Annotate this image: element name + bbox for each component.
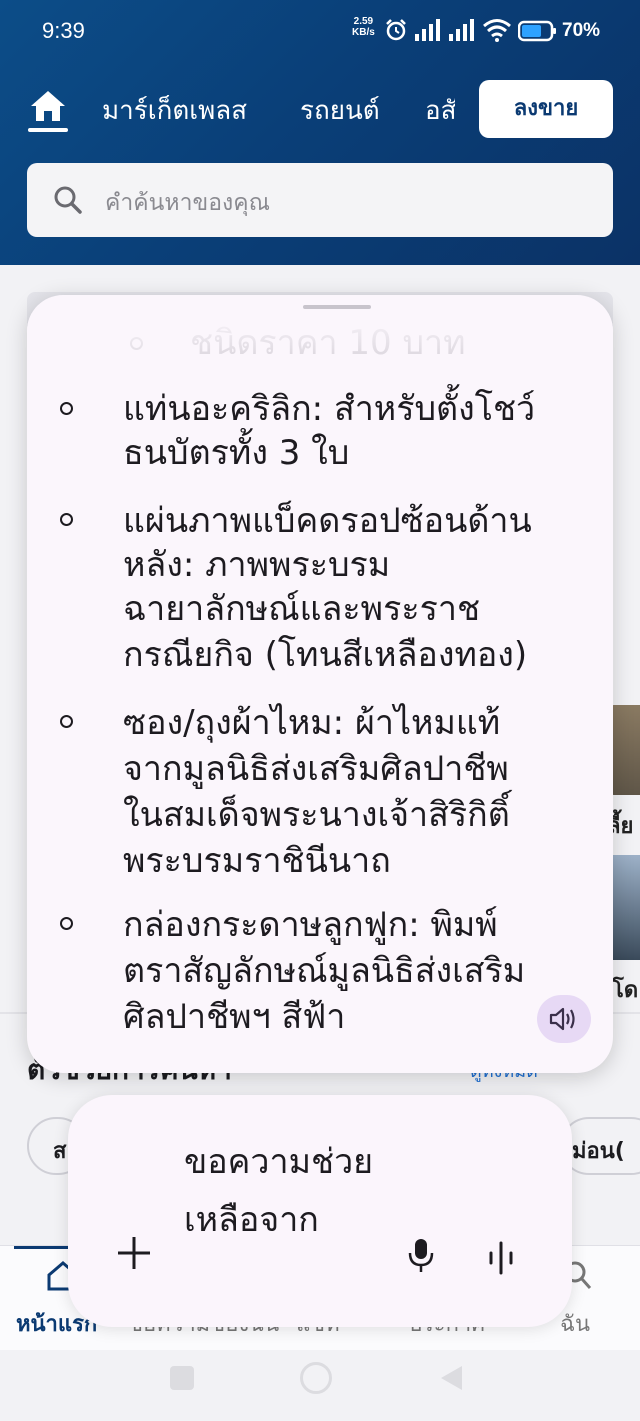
tab-cars[interactable]: รถยนต์ <box>300 90 380 131</box>
search-icon <box>54 186 82 214</box>
home-tab[interactable] <box>28 88 68 132</box>
faded-item-text: ชนิดราคา 10 บาท <box>190 323 466 363</box>
top-nav: มาร์เก็ตเพลส รถยนต์ อสังหาฯ ลงขาย <box>0 80 640 140</box>
assistant-prompt-text[interactable]: ขอความช่วยเหลือจาก <box>184 1133 404 1249</box>
network-speed: 2.59 KB/s <box>352 16 375 38</box>
read-aloud-card[interactable]: ชนิดราคา 10 บาท แท่นอะคริลิก: สำหรับตั้ง… <box>27 295 613 1073</box>
item-acrylic-line-2: ธนบัตรทั้ง 3 ใบ <box>123 433 350 473</box>
signal-icon-1 <box>415 19 440 41</box>
search-placeholder: คำค้นหาของคุณ <box>105 190 270 216</box>
mic-icon[interactable] <box>406 1237 436 1275</box>
bullet <box>60 715 73 728</box>
home-icon <box>31 91 65 121</box>
speaker-icon <box>549 1007 575 1031</box>
bullet <box>60 917 73 930</box>
status-bar: 9:39 2.59 KB/s 70% <box>0 0 640 64</box>
item-box-line-2: ตราสัญลักษณ์มูลนิธิส่งเสริม <box>123 951 526 991</box>
signal-icon-2 <box>449 19 474 41</box>
status-time: 9:39 <box>42 18 85 43</box>
item-box-line-3: ศิลปาชีพฯ สีฟ้า <box>123 997 346 1037</box>
item-backdrop-line-4: กรณียกิจ (โทนสีเหลืองทอง) <box>123 635 528 675</box>
assistant-input-bar[interactable]: ขอความช่วยเหลือจาก <box>68 1095 572 1327</box>
bullet <box>60 513 73 526</box>
listing-thumbnail-building[interactable] <box>612 855 640 960</box>
battery-icon <box>518 20 556 42</box>
item-backdrop-line-2: หลัง: ภาพพระบรม <box>123 545 391 585</box>
item-box-line-1: กล่องกระดาษลูกฟูก: พิมพ์ <box>123 905 498 945</box>
search-bar[interactable]: คำค้นหาของคุณ <box>27 163 613 237</box>
battery-percent: 70% <box>562 20 601 41</box>
drag-handle[interactable] <box>303 305 371 309</box>
listing-title-partial-2: โด <box>612 978 639 1003</box>
home-tab-underline <box>28 128 68 132</box>
app-header: 9:39 2.59 KB/s 70% มาร์เก็ตเพลส รถยนต์ อ… <box>0 0 640 265</box>
item-silk-line-4: พระบรมราชินีนาถ <box>123 841 391 881</box>
bullet <box>60 402 73 415</box>
alarm-icon <box>386 19 406 41</box>
item-backdrop-line-3: ฉายาลักษณ์และพระราช <box>123 589 481 629</box>
bottom-nav-me[interactable]: ฉัน <box>560 1306 590 1341</box>
tab-marketplace[interactable]: มาร์เก็ตเพลส <box>102 90 247 131</box>
home-button[interactable] <box>300 1362 332 1394</box>
filter-chip-right[interactable]: ม่อน( <box>560 1117 640 1175</box>
item-silk-line-3: ในสมเด็จพระนางเจ้าสิริกิติ์ <box>123 795 510 835</box>
recent-apps-button[interactable] <box>170 1366 194 1390</box>
item-silk-line-2: จากมูลนิธิส่งเสริมศิลปาชีพ <box>123 749 509 789</box>
tab-property[interactable]: อสังหาฯ <box>425 90 455 131</box>
item-silk-line-1: ซอง/ถุงผ้าไหม: ผ้าไหมแท้ <box>123 703 501 743</box>
item-backdrop-line-1: แผ่นภาพแบ็คดรอปซ้อนด้าน <box>123 501 532 541</box>
back-button-icon[interactable] <box>438 1364 464 1392</box>
voice-waveform-icon[interactable] <box>486 1241 516 1275</box>
sell-button[interactable]: ลงขาย <box>479 80 613 138</box>
read-aloud-button[interactable] <box>537 995 591 1043</box>
add-icon[interactable] <box>116 1235 152 1271</box>
bullet-faded <box>130 337 143 350</box>
item-acrylic-line-1: แท่นอะคริลิก: สำหรับตั้งโชว์ <box>123 389 536 429</box>
wifi-icon <box>483 19 511 42</box>
system-nav-bar <box>0 1350 640 1421</box>
